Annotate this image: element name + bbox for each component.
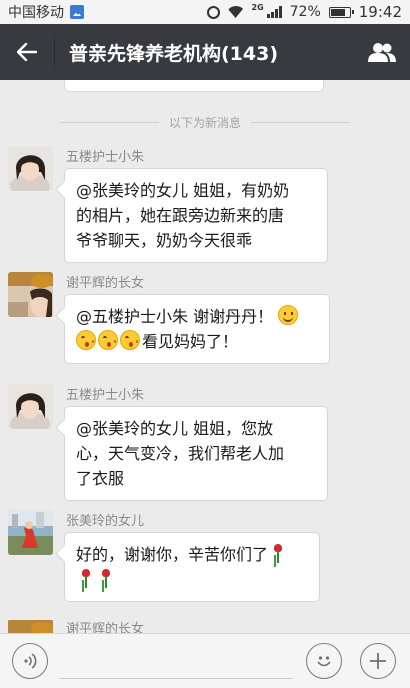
message-line: @张美玲的女儿 姐姐，有奶奶	[76, 181, 290, 200]
sender-name: 五楼护士小朱	[66, 150, 145, 165]
avatar[interactable]	[8, 146, 53, 191]
message-line: 了衣服	[76, 469, 125, 488]
emoji-button[interactable]	[306, 643, 342, 679]
message-bubble[interactable]: @五楼护士小朱 谢谢丹丹！ 看见妈妈了！	[64, 294, 330, 364]
network-type: 2G	[251, 2, 264, 12]
battery-percent: 72%	[289, 4, 321, 20]
smile-emoji-icon	[278, 305, 299, 325]
emoji-icon	[317, 656, 331, 667]
previous-message-bubble	[64, 80, 324, 92]
signal-icon	[266, 6, 282, 18]
message-line: 心，天气变冷，我们帮老人加	[76, 444, 285, 463]
wifi-icon	[228, 6, 244, 18]
new-messages-label: 以下为新消息	[169, 116, 242, 130]
carrier-group: 中国移动	[8, 2, 84, 22]
input-bar	[0, 633, 410, 688]
alarm-icon	[206, 5, 220, 19]
clock: 19:42	[358, 3, 402, 21]
carrier-name: 中国移动	[8, 5, 64, 21]
message-line: 看见妈妈了！	[142, 332, 239, 351]
back-arrow-icon	[17, 43, 37, 61]
message-bubble[interactable]: @张美玲的女儿 姐姐，有奶奶 的相片，她在跟旁边新来的唐 爷爷聊天，奶奶今天很乖	[64, 168, 328, 263]
sender-name: 谢平辉的长女	[66, 622, 145, 633]
message-line: @五楼护士小朱 谢谢丹丹！	[76, 307, 274, 326]
avatar[interactable]	[8, 384, 53, 429]
kiss-emoji-icon	[120, 330, 140, 350]
rose-emoji-icon	[271, 544, 285, 564]
message-line: 好的，谢谢你，辛苦你们了	[76, 545, 269, 564]
voice-button[interactable]	[12, 643, 48, 679]
avatar[interactable]	[8, 619, 53, 633]
plus-icon	[370, 653, 386, 669]
group-members-icon	[368, 43, 396, 62]
kiss-emoji-icon	[98, 330, 118, 350]
gallery-notification-icon	[70, 5, 84, 19]
sender-name: 谢平辉的长女	[66, 276, 145, 291]
kiss-emoji-icon	[76, 330, 96, 350]
group-members-button[interactable]	[354, 24, 410, 80]
chat-area[interactable]: 以下为新消息 五楼护士小朱 @张美玲的女儿 姐姐，有奶奶 的相片，她在跟旁边新来…	[0, 80, 410, 633]
message-bubble[interactable]: 好的，谢谢你，辛苦你们了	[64, 532, 320, 602]
divider-line	[251, 122, 351, 123]
message-line: 爷爷聊天，奶奶今天很乖	[76, 231, 253, 250]
status-bar: 中国移动 2G 72% 19:42	[0, 0, 410, 24]
message-line: 的相片，她在跟旁边新来的唐	[76, 206, 285, 225]
new-messages-divider: 以下为新消息	[60, 114, 351, 131]
battery-icon	[328, 6, 354, 18]
avatar[interactable]	[8, 272, 53, 317]
back-button[interactable]	[0, 24, 54, 80]
message-line: @张美玲的女儿 姐姐，您放	[76, 419, 274, 438]
status-icons: 2G 72% 19:42	[206, 2, 402, 21]
avatar[interactable]	[8, 510, 53, 555]
sender-name: 张美玲的女儿	[66, 514, 145, 529]
plus-button[interactable]	[360, 643, 396, 679]
title-separator	[54, 38, 55, 66]
sender-name: 五楼护士小朱	[66, 388, 145, 403]
rose-emoji-icon	[79, 569, 93, 589]
chat-title: 普亲先锋养老机构(143)	[69, 42, 279, 65]
message-input[interactable]	[60, 643, 292, 679]
rose-emoji-icon	[99, 569, 113, 589]
message-bubble[interactable]: @张美玲的女儿 姐姐，您放 心，天气变冷，我们帮老人加 了衣服	[64, 406, 328, 501]
voice-icon	[24, 653, 37, 669]
divider-line	[60, 122, 159, 123]
title-bar: 普亲先锋养老机构(143)	[0, 24, 410, 80]
